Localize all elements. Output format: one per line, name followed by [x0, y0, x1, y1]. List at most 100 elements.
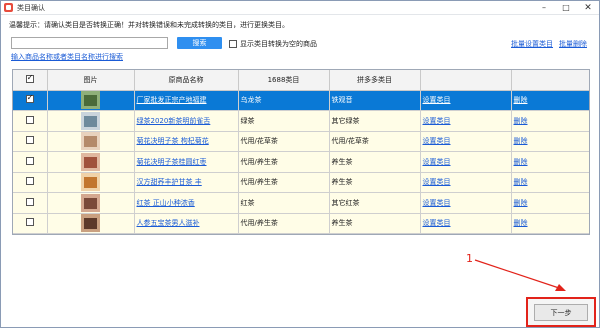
table-row[interactable]: 汉方甜荞丰护甘茶 丰代用/养生茶 养生茶 设置类目 删除	[13, 172, 589, 193]
row-checkbox[interactable]	[25, 218, 34, 227]
close-icon[interactable]: ✕	[577, 1, 599, 14]
dialog-window: 类目确认 – □ ✕ 温馨提示：请确认类目是否转换正确！并对转换错误和未完成转换…	[0, 0, 600, 328]
annotation-number: 1	[466, 252, 473, 265]
app-icon	[4, 3, 13, 12]
set-category-link[interactable]: 设置类目	[423, 117, 451, 125]
set-category-link[interactable]: 设置类目	[423, 96, 451, 104]
table-row[interactable]: 人参五宝茶男人滋补 代用/养生茶 养生茶 设置类目 删除	[13, 213, 589, 234]
convert-empty-label: 显示类目转换为空的商品	[240, 40, 317, 48]
delete-link[interactable]: 删除	[514, 96, 528, 104]
table-row[interactable]: 厂家批发正宗产地福建乌龙茶铁观音设置类目 删除	[13, 90, 589, 111]
row-delete[interactable]: 删除	[511, 172, 589, 193]
row-delete[interactable]: 删除	[511, 131, 589, 152]
set-category-link[interactable]: 设置类目	[423, 158, 451, 166]
window-title: 类目确认	[17, 3, 45, 12]
row-checkbox-cell[interactable]	[13, 192, 48, 214]
row-product-name[interactable]: 厂家批发正宗产地福建	[134, 90, 239, 111]
row-set-category[interactable]: 设置类目	[420, 151, 512, 173]
category-table: 图片 原商品名称 1688类目 拼多多类目 厂家批发正宗产地福建乌龙茶铁观音设置…	[12, 69, 590, 235]
delete-link[interactable]: 删除	[514, 199, 528, 207]
row-checkbox-cell[interactable]	[13, 110, 48, 132]
maximize-icon[interactable]: □	[555, 1, 577, 14]
set-category-link[interactable]: 设置类目	[423, 199, 451, 207]
row-set-category[interactable]: 设置类目	[420, 213, 512, 234]
row-delete[interactable]: 删除	[511, 192, 589, 214]
row-checkbox[interactable]	[25, 156, 34, 165]
row-product-name[interactable]: 菊花决明子茶桂圆红枣	[134, 151, 239, 173]
delete-link[interactable]: 删除	[514, 158, 528, 166]
row-checkbox-cell[interactable]	[13, 172, 48, 193]
header-set	[420, 70, 512, 91]
set-category-link[interactable]: 设置类目	[423, 178, 451, 186]
table-row[interactable]: 菊花决明子茶桂圆红枣 代用/养生茶 养生茶 设置类目 删除	[13, 151, 589, 173]
batch-delete-link[interactable]: 批量删除	[559, 39, 587, 49]
row-checkbox-cell[interactable]	[13, 151, 48, 173]
search-hint: 输入商品名称或者类目名称进行搜索	[11, 53, 123, 61]
set-category-link[interactable]: 设置类目	[423, 219, 451, 227]
batch-set-category-link[interactable]: 批量设置类目	[511, 39, 553, 49]
table-row[interactable]: 红茶 正山小种浓香 红茶 其它红茶 设置类目 删除	[13, 192, 589, 214]
row-pdd-category: 养生茶	[329, 213, 421, 234]
row-set-category[interactable]: 设置类目	[420, 192, 512, 214]
row-checkbox[interactable]	[25, 177, 34, 186]
delete-link[interactable]: 删除	[514, 178, 528, 186]
row-checkbox-cell[interactable]	[13, 213, 48, 234]
row-thumbnail-cell	[47, 192, 135, 214]
minimize-icon[interactable]: –	[533, 1, 555, 14]
header-image: 图片	[47, 70, 135, 91]
product-thumbnail	[81, 152, 100, 171]
row-product-name[interactable]: 汉方甜荞丰护甘茶 丰	[134, 172, 239, 193]
next-button[interactable]: 下一步	[534, 304, 588, 321]
header-select-all[interactable]	[13, 70, 48, 91]
row-thumbnail-cell	[47, 131, 135, 152]
row-pdd-category: 其它绿茶	[329, 110, 421, 132]
row-1688-category: 乌龙茶	[238, 90, 330, 111]
row-1688-category: 代用/养生茶	[238, 213, 330, 234]
header-1688-category: 1688类目	[238, 70, 330, 91]
row-product-name[interactable]: 人参五宝茶男人滋补	[134, 213, 239, 234]
row-thumbnail-cell	[47, 172, 135, 193]
delete-link[interactable]: 删除	[514, 117, 528, 125]
product-thumbnail	[81, 173, 100, 192]
table-row[interactable]: 菊花决明子茶 枸杞菊花 代用/花草茶 代用/花草茶 设置类目 删除	[13, 131, 589, 152]
delete-link[interactable]: 删除	[514, 137, 528, 145]
row-product-name[interactable]: 菊花决明子茶 枸杞菊花	[134, 131, 239, 152]
row-pdd-category: 其它红茶	[329, 192, 421, 214]
row-thumbnail-cell	[47, 213, 135, 234]
search-button[interactable]: 搜索	[177, 37, 222, 49]
row-pdd-category: 代用/花草茶	[329, 131, 421, 152]
row-checkbox-cell[interactable]	[13, 131, 48, 152]
row-set-category[interactable]: 设置类目	[420, 131, 512, 152]
row-checkbox[interactable]	[25, 93, 34, 104]
header-name: 原商品名称	[134, 70, 239, 91]
row-delete[interactable]: 删除	[511, 151, 589, 173]
row-thumbnail-cell	[47, 151, 135, 173]
row-1688-category: 代用/养生茶	[238, 151, 330, 173]
row-pdd-category: 养生茶	[329, 172, 421, 193]
row-delete[interactable]: 删除	[511, 90, 589, 111]
row-set-category[interactable]: 设置类目	[420, 110, 512, 132]
title-bar[interactable]: 类目确认 – □ ✕	[1, 1, 599, 15]
row-product-name[interactable]: 红茶 正山小种浓香	[134, 192, 239, 214]
header-delete	[511, 70, 589, 91]
row-checkbox[interactable]	[25, 197, 34, 206]
row-pdd-category: 养生茶	[329, 151, 421, 173]
row-1688-category: 代用/养生茶	[238, 172, 330, 193]
product-thumbnail	[81, 193, 100, 212]
row-product-name[interactable]: 绿茶2020新茶明前雀舌	[134, 110, 239, 132]
row-delete[interactable]: 删除	[511, 110, 589, 132]
product-thumbnail	[81, 132, 100, 151]
row-checkbox[interactable]	[25, 115, 34, 124]
row-set-category[interactable]: 设置类目	[420, 172, 512, 193]
delete-link[interactable]: 删除	[514, 219, 528, 227]
product-thumbnail	[81, 214, 100, 233]
table-row[interactable]: 绿茶2020新茶明前雀舌 绿茶 其它绿茶 设置类目 删除	[13, 110, 589, 132]
set-category-link[interactable]: 设置类目	[423, 137, 451, 145]
product-thumbnail	[81, 111, 100, 130]
row-checkbox[interactable]	[25, 136, 34, 145]
convert-empty-checkbox[interactable]	[229, 40, 237, 48]
row-set-category[interactable]: 设置类目	[420, 90, 512, 111]
row-checkbox-cell[interactable]	[13, 90, 48, 111]
search-input[interactable]	[11, 37, 168, 49]
row-delete[interactable]: 删除	[511, 213, 589, 234]
